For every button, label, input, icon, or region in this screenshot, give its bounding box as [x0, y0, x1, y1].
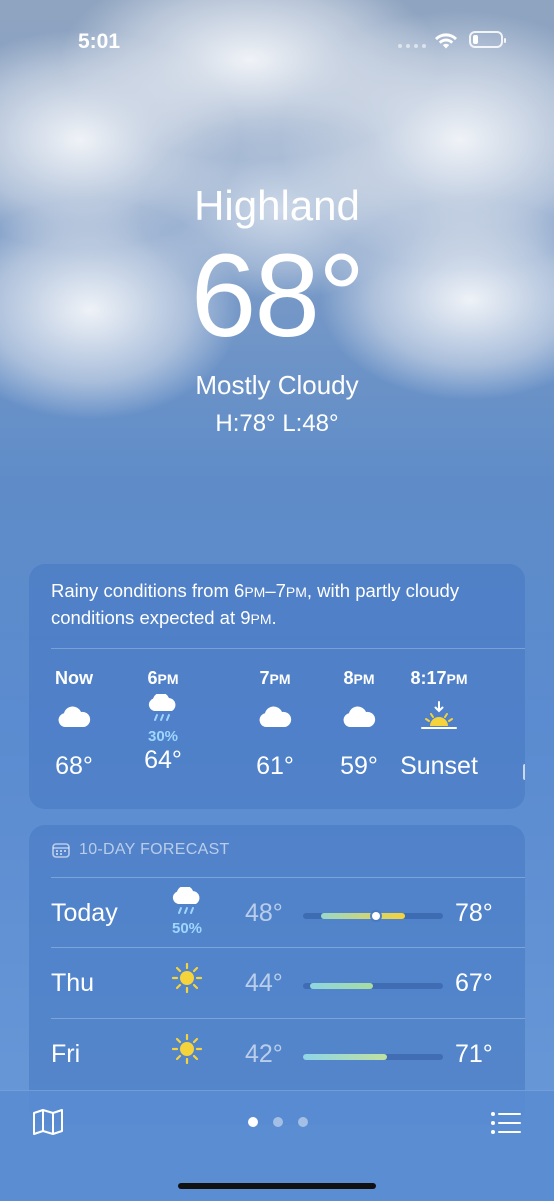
cloud-icon [244, 698, 306, 736]
list-icon[interactable] [490, 1110, 522, 1136]
divider [51, 1018, 525, 1019]
status-bar: 5:01 [0, 0, 554, 80]
ten-day-header: 10-DAY FORECAST [52, 841, 230, 859]
divider [51, 877, 525, 878]
page-dot[interactable] [298, 1117, 308, 1127]
temp-range-fill [303, 1054, 387, 1060]
hour-item: 8:17PM Sunset [387, 664, 491, 781]
map-icon[interactable] [32, 1108, 64, 1136]
cellular-signal-icon [398, 44, 426, 48]
city-name: Highland [194, 182, 360, 229]
divider [51, 648, 525, 649]
ten-day-forecast-card[interactable]: 10-DAY FORECAST Today 50% 48° 78° Thu 44… [29, 825, 525, 1125]
divider [51, 947, 525, 948]
day-row[interactable]: Fri 42° 71° [29, 1020, 525, 1090]
sun-icon [169, 1032, 205, 1071]
battery-icon [469, 31, 506, 48]
temp-range-bar [303, 1054, 443, 1060]
status-time: 5:01 [78, 30, 121, 53]
condition-text: Mostly Cloudy [195, 370, 359, 400]
temp-range-fill [321, 913, 406, 919]
hour-item: Now 68° [43, 664, 105, 781]
sunset-icon [387, 698, 491, 736]
hour-item: 7PM 61° [244, 664, 306, 781]
hour-item: 8PM 59° [328, 664, 390, 781]
current-conditions: Highland 68° Mostly Cloudy H:78° L:48° [0, 180, 554, 440]
day-name: Today [51, 899, 118, 927]
high-temp: 78° [455, 899, 493, 927]
temp-range-bar [303, 983, 443, 989]
page-dot[interactable] [273, 1117, 283, 1127]
low-temp: 48° [245, 899, 283, 927]
next-hour-peek [523, 764, 525, 780]
rain-cloud-icon: 50% [169, 885, 205, 937]
cloud-icon [328, 698, 390, 736]
temp-range-fill [310, 983, 373, 989]
low-temp: 44° [245, 969, 283, 997]
cloud-icon [43, 698, 105, 736]
current-temperature: 68° [190, 230, 365, 362]
hour-item: 6PM 30% 64° [132, 664, 194, 775]
day-row[interactable]: Today 50% 48° 78° [29, 879, 525, 949]
current-temp-marker [371, 912, 380, 920]
temp-range-bar [303, 912, 443, 920]
high-temp: 71° [455, 1040, 493, 1068]
low-temp: 42° [245, 1040, 283, 1068]
day-name: Fri [51, 1040, 81, 1068]
wifi-icon [435, 33, 457, 49]
sun-icon [169, 961, 205, 1000]
bottom-toolbar [0, 1090, 554, 1201]
precip-chance: 30% [147, 728, 179, 745]
calendar-icon [52, 843, 70, 858]
day-row[interactable]: Thu 44° 67° [29, 949, 525, 1019]
page-dot[interactable] [248, 1117, 258, 1127]
hourly-summary: Rainy conditions from 6PM–7PM, with part… [51, 580, 460, 628]
hourly-strip[interactable]: Now 68° 6PM 30% 64° 7PM 61° 8PM 59° 8:17… [29, 664, 525, 804]
hourly-forecast-card[interactable]: Rainy conditions from 6PM–7PM, with part… [29, 564, 525, 809]
high-low-text: H:78° L:48° [215, 410, 339, 437]
high-temp: 67° [455, 969, 493, 997]
page-indicator[interactable] [248, 1117, 308, 1127]
home-indicator [178, 1183, 376, 1189]
day-name: Thu [51, 969, 95, 997]
rain-cloud-icon [132, 692, 194, 726]
